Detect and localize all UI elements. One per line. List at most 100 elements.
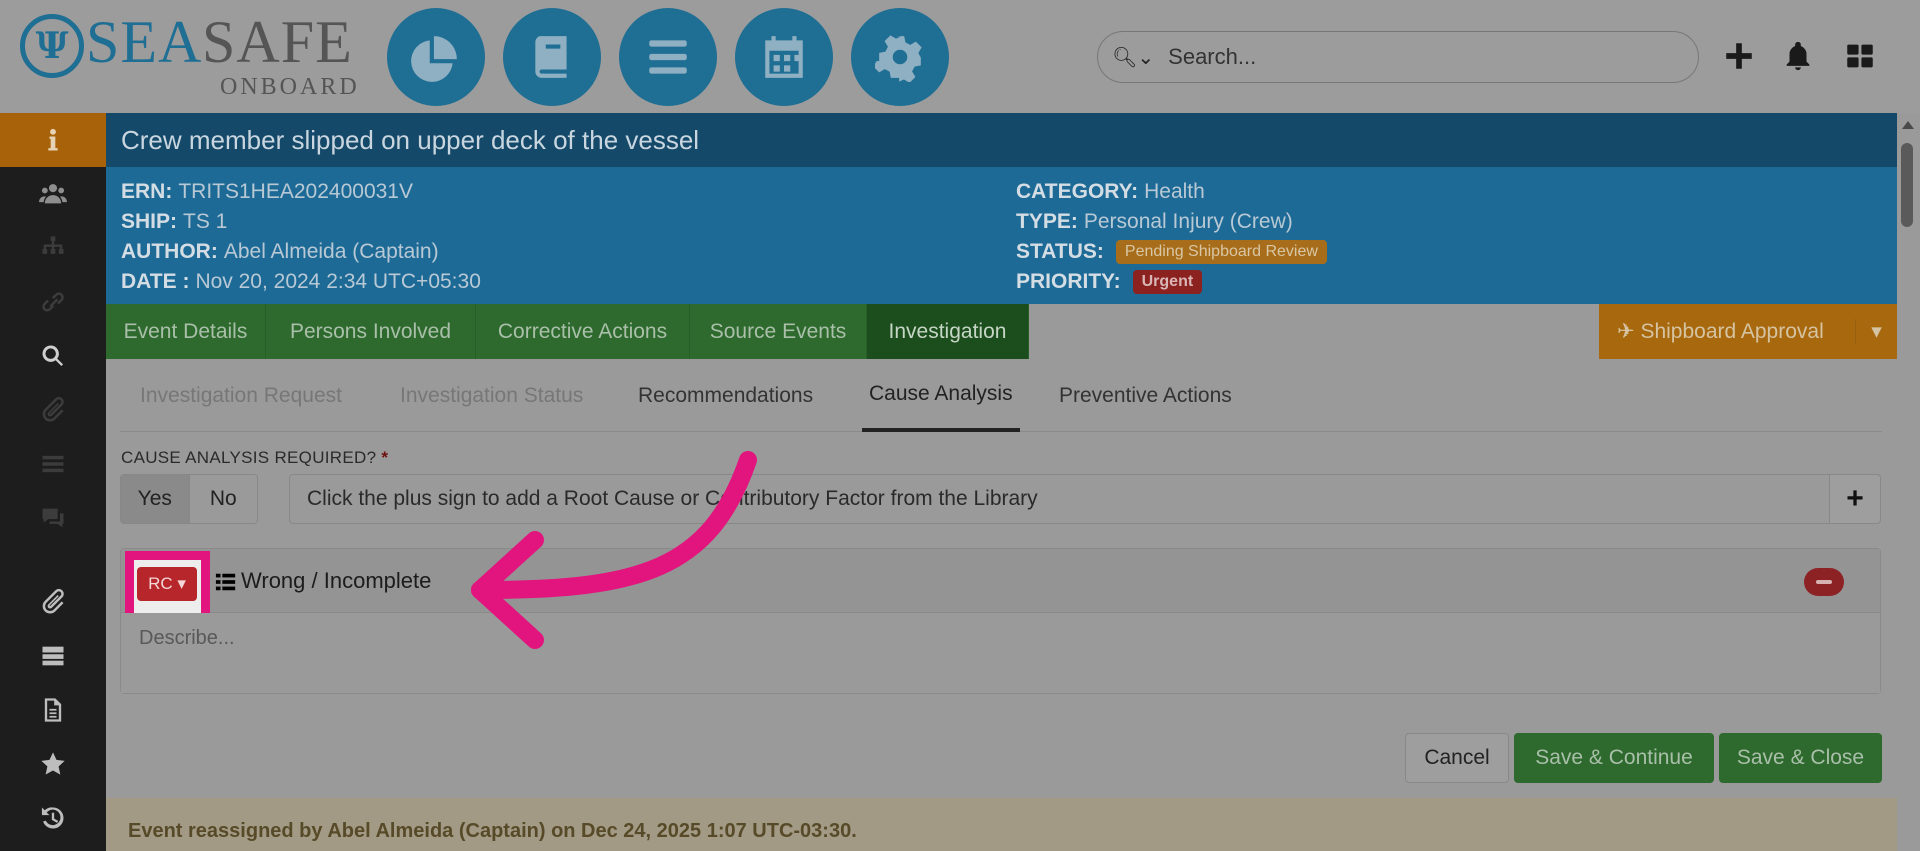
event-tabs: Event Details Persons Involved Correctiv… bbox=[106, 304, 1897, 359]
settings-button[interactable] bbox=[851, 8, 949, 106]
tab-investigation[interactable]: Investigation bbox=[867, 304, 1029, 359]
menu-icon bbox=[649, 40, 687, 74]
type-label: TYPE: bbox=[1016, 210, 1078, 233]
type-value: Personal Injury (Crew) bbox=[1083, 210, 1293, 233]
cause-item-header: RC ▾ Wrong / Incomplete bbox=[121, 549, 1880, 626]
notifications-button[interactable] bbox=[1778, 36, 1818, 76]
info-icon bbox=[48, 128, 58, 151]
sidebar-item-people[interactable] bbox=[0, 167, 106, 221]
remove-cause-button[interactable] bbox=[1804, 568, 1844, 596]
search-icon bbox=[42, 345, 64, 367]
apps-button[interactable] bbox=[1840, 36, 1880, 76]
comments-icon bbox=[42, 508, 64, 528]
type-row: TYPE: Personal Injury (Crew) bbox=[1016, 207, 1327, 237]
date-label: DATE : bbox=[121, 270, 190, 293]
sidebar-item-attachments[interactable] bbox=[0, 575, 106, 629]
required-label-text: CAUSE ANALYSIS REQUIRED? bbox=[121, 448, 377, 467]
list-icon bbox=[215, 573, 236, 591]
investigation-subtabs: Investigation Request Investigation Stat… bbox=[120, 359, 1882, 432]
save-continue-button[interactable]: Save & Continue bbox=[1514, 733, 1714, 783]
sidebar-item-organization[interactable] bbox=[0, 221, 106, 275]
ern-label: ERN: bbox=[121, 180, 173, 203]
cancel-button[interactable]: Cancel bbox=[1405, 733, 1509, 783]
library-hint-field[interactable]: Click the plus sign to add a Root Cause … bbox=[289, 474, 1830, 524]
priority-row: PRIORITY: Urgent bbox=[1016, 267, 1327, 297]
calendar-icon bbox=[765, 36, 803, 78]
dashboard-button[interactable] bbox=[387, 8, 485, 106]
category-label: CATEGORY: bbox=[1016, 180, 1139, 203]
status-row: STATUS: Pending Shipboard Review bbox=[1016, 237, 1327, 267]
priority-badge: Urgent bbox=[1132, 270, 1203, 294]
cause-analysis-required-label: CAUSE ANALYSIS REQUIRED? * bbox=[121, 448, 388, 468]
users-icon bbox=[39, 184, 67, 204]
sidebar-item-attachments-dim[interactable] bbox=[0, 383, 106, 437]
sidebar-item-documents[interactable] bbox=[0, 683, 106, 737]
search-input[interactable] bbox=[1168, 44, 1689, 70]
subtab-recommendations[interactable]: Recommendations bbox=[638, 359, 813, 432]
sidebar-item-comments[interactable] bbox=[0, 491, 106, 545]
tab-persons-involved[interactable]: Persons Involved bbox=[266, 304, 476, 359]
sidebar-item-favorites[interactable] bbox=[0, 737, 106, 791]
author-value: Abel Almeida (Captain) bbox=[223, 240, 439, 263]
event-info-right: CATEGORY: Health TYPE: Personal Injury (Cr… bbox=[1016, 177, 1327, 297]
tab-source-events[interactable]: Source Events bbox=[690, 304, 867, 359]
top-header: Ψ SEA SAFE ONBOARD 🔍︎⌄ bbox=[0, 0, 1920, 113]
add-from-library-button[interactable]: + bbox=[1829, 474, 1881, 524]
calendar-button[interactable] bbox=[735, 8, 833, 106]
tab-corrective-actions[interactable]: Corrective Actions bbox=[476, 304, 690, 359]
search-icon[interactable]: 🔍︎⌄ bbox=[1112, 45, 1154, 70]
sidebar-item-info[interactable] bbox=[0, 113, 106, 167]
subtab-cause-analysis[interactable]: Cause Analysis bbox=[862, 359, 1020, 432]
yes-no-toggle: Yes No bbox=[120, 474, 258, 524]
describe-field[interactable] bbox=[121, 613, 1880, 693]
subtab-investigation-status[interactable]: Investigation Status bbox=[400, 359, 583, 432]
subtab-investigation-request[interactable]: Investigation Request bbox=[140, 359, 342, 432]
sidebar-item-server[interactable] bbox=[0, 629, 106, 683]
yes-button[interactable]: Yes bbox=[121, 475, 190, 523]
scrollbar-thumb[interactable] bbox=[1901, 143, 1913, 227]
shipboard-approval-label: ✈︎ Shipboard Approval bbox=[1617, 320, 1824, 343]
bell-icon bbox=[1786, 41, 1810, 71]
gear-icon bbox=[875, 35, 922, 82]
ern-value: TRITS1HEA202400031V bbox=[178, 180, 413, 203]
shipboard-approval-button[interactable]: ✈︎ Shipboard Approval ▾ bbox=[1599, 304, 1897, 359]
seasafe-logo[interactable]: Ψ SEA SAFE ONBOARD bbox=[20, 9, 357, 99]
scroll-up-icon[interactable] bbox=[1902, 121, 1914, 129]
document-icon bbox=[44, 698, 62, 722]
save-close-button[interactable]: Save & Close bbox=[1719, 733, 1882, 783]
ship-label: SHIP: bbox=[121, 210, 178, 233]
cause-item-text: Wrong / Incomplete bbox=[241, 568, 432, 593]
logbook-button[interactable] bbox=[503, 8, 601, 106]
scrollbar[interactable] bbox=[1897, 113, 1920, 851]
chevron-down-icon[interactable]: ▾ bbox=[1855, 319, 1897, 344]
date-value: Nov 20, 2024 2:34 UTC+05:30 bbox=[195, 270, 481, 293]
required-star: * bbox=[381, 448, 389, 467]
history-icon bbox=[41, 807, 64, 829]
rc-dropdown-button[interactable]: RC ▾ bbox=[137, 567, 197, 601]
priority-label: PRIORITY: bbox=[1016, 270, 1121, 293]
sidebar-item-search[interactable] bbox=[0, 329, 106, 383]
main-content: Crew member slipped on upper deck of the… bbox=[106, 113, 1897, 851]
left-sidebar bbox=[0, 113, 106, 851]
add-button[interactable] bbox=[1719, 36, 1759, 76]
event-info-left: ERN: TRITS1HEA202400031V SHIP: TS 1 AUTHOR… bbox=[121, 177, 481, 297]
star-icon bbox=[41, 752, 65, 775]
menu-button[interactable] bbox=[619, 8, 717, 106]
search-bar[interactable]: 🔍︎⌄ bbox=[1097, 31, 1699, 83]
org-chart-icon bbox=[42, 236, 64, 254]
subtab-preventive-actions[interactable]: Preventive Actions bbox=[1059, 359, 1232, 432]
logo-safe-text: SAFE bbox=[202, 9, 353, 75]
sidebar-item-list[interactable] bbox=[0, 437, 106, 491]
server-icon bbox=[42, 646, 64, 666]
category-row: CATEGORY: Health bbox=[1016, 177, 1327, 207]
tab-event-details[interactable]: Event Details bbox=[106, 304, 266, 359]
plus-icon bbox=[1726, 43, 1752, 69]
sidebar-item-history[interactable] bbox=[0, 791, 106, 845]
no-button[interactable]: No bbox=[190, 475, 258, 523]
sidebar-item-links[interactable] bbox=[0, 275, 106, 329]
minus-icon bbox=[1816, 580, 1832, 584]
paperclip-icon bbox=[42, 588, 64, 614]
ship-value: TS 1 bbox=[183, 210, 228, 233]
ern-row: ERN: TRITS1HEA202400031V bbox=[121, 177, 481, 207]
link-icon bbox=[42, 292, 64, 312]
